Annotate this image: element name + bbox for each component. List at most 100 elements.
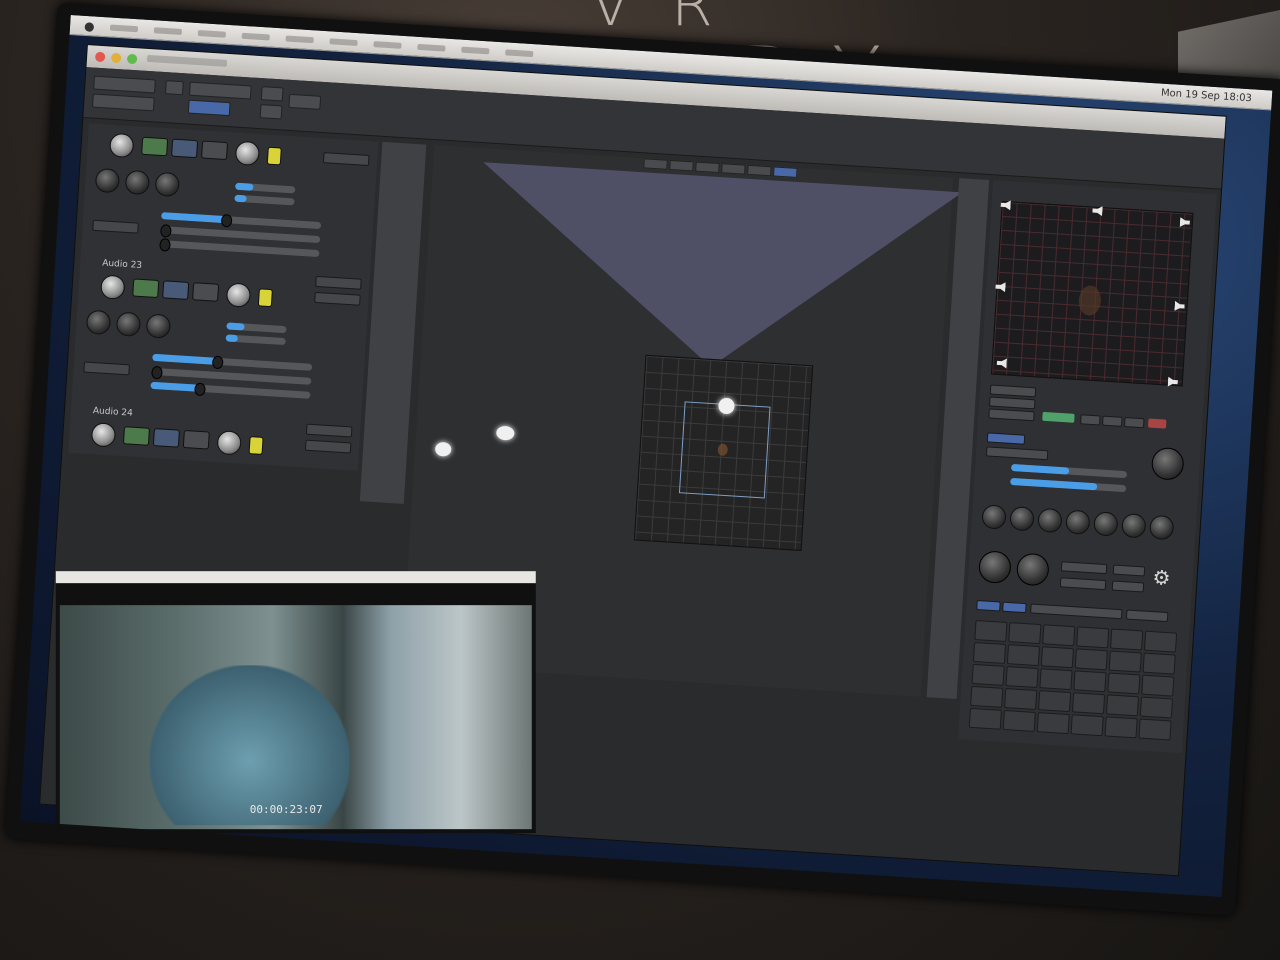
menu-item[interactable]: [198, 29, 227, 38]
pad-button[interactable]: [1008, 622, 1042, 645]
pad-button[interactable]: [1142, 652, 1176, 675]
sound-source-handle[interactable]: [434, 441, 452, 457]
eq-knob[interactable]: [94, 167, 121, 194]
sound-source-handle[interactable]: [495, 425, 515, 441]
strip-dropdown[interactable]: [92, 219, 139, 234]
pad-button[interactable]: [1104, 716, 1138, 739]
top-view-grid[interactable]: [990, 201, 1194, 387]
pan-knob[interactable]: [225, 282, 252, 308]
tab-view[interactable]: [747, 164, 772, 177]
mode-toggle[interactable]: [1042, 411, 1075, 423]
tab-button[interactable]: [976, 600, 1001, 612]
speaker-setup-button[interactable]: [989, 384, 1037, 398]
pad-button[interactable]: [1036, 712, 1070, 735]
pad-button[interactable]: [1138, 718, 1172, 741]
toolbar-button[interactable]: [259, 104, 283, 120]
pad-button[interactable]: [972, 641, 1007, 664]
send-slider[interactable]: [225, 334, 286, 346]
input-knob[interactable]: [100, 274, 126, 300]
parameter-button[interactable]: [1112, 564, 1146, 577]
reset-button[interactable]: [1147, 418, 1167, 429]
pad-button[interactable]: [1004, 688, 1038, 710]
video-frame[interactable]: 00:00:23:07: [59, 605, 532, 830]
record-button[interactable]: [200, 140, 229, 161]
eq-knob[interactable]: [115, 311, 142, 337]
toolbar-button[interactable]: [91, 93, 155, 112]
rotation-knob[interactable]: [977, 550, 1012, 585]
input-knob[interactable]: [90, 422, 117, 448]
pad-button[interactable]: [974, 620, 1008, 642]
zoom-window-icon[interactable]: [126, 53, 138, 65]
speaker-setup-button[interactable]: [988, 408, 1035, 422]
pad-button[interactable]: [1070, 714, 1104, 737]
distance-knob[interactable]: [1015, 552, 1050, 587]
pad-button[interactable]: [1110, 628, 1144, 651]
presence-slider[interactable]: [152, 353, 313, 371]
pad-button[interactable]: [1141, 674, 1175, 697]
pad-button[interactable]: [1076, 626, 1110, 649]
parameter-dropdown[interactable]: [1059, 577, 1107, 591]
insert-button[interactable]: [266, 146, 282, 166]
depth-slider[interactable]: [150, 381, 311, 399]
strip-edit-button[interactable]: [322, 152, 370, 167]
predelay-knob[interactable]: [1121, 513, 1147, 539]
input-knob[interactable]: [108, 132, 135, 159]
send-slider[interactable]: [226, 322, 287, 334]
record-button[interactable]: [182, 429, 210, 450]
strip-edit-button[interactable]: [314, 291, 361, 306]
pad-button[interactable]: [1039, 668, 1073, 691]
apple-icon[interactable]: ●: [84, 18, 95, 33]
menu-item[interactable]: [329, 37, 359, 46]
tab-view[interactable]: [669, 159, 694, 172]
pad-button[interactable]: [1074, 648, 1108, 671]
solo-button[interactable]: [141, 136, 169, 157]
toolbar-button[interactable]: [93, 75, 156, 94]
pad-button[interactable]: [1038, 690, 1072, 713]
menu-item[interactable]: [373, 40, 403, 49]
tab-view[interactable]: [643, 158, 668, 170]
output-gain-knob[interactable]: [1150, 446, 1185, 481]
tab-view[interactable]: [721, 163, 746, 175]
pad-button[interactable]: [1105, 694, 1140, 717]
preset-button[interactable]: [1080, 414, 1101, 426]
width-slider[interactable]: [159, 224, 321, 244]
menu-item[interactable]: [242, 32, 271, 41]
strip-edit-button[interactable]: [304, 439, 352, 454]
eq-knob[interactable]: [124, 169, 151, 196]
tab-button[interactable]: [1002, 601, 1027, 614]
send-slider[interactable]: [234, 194, 295, 206]
toolbar-button[interactable]: [260, 86, 284, 102]
pad-button[interactable]: [1108, 650, 1142, 673]
strip-dropdown[interactable]: [83, 361, 130, 376]
gear-icon[interactable]: ⚙: [1152, 565, 1171, 590]
pad-button[interactable]: [1006, 644, 1041, 667]
mute-button[interactable]: [152, 428, 180, 448]
pan-knob[interactable]: [234, 140, 261, 167]
eq-knob[interactable]: [85, 309, 112, 336]
decay-knob[interactable]: [1009, 505, 1035, 532]
tab-view[interactable]: [772, 166, 798, 178]
damping-knob[interactable]: [1037, 507, 1063, 534]
mute-button[interactable]: [171, 138, 199, 159]
pan-knob[interactable]: [216, 430, 242, 456]
depth-slider[interactable]: [159, 238, 320, 258]
menu-item[interactable]: [417, 43, 447, 52]
pad-button[interactable]: [968, 707, 1002, 730]
pad-button[interactable]: [1071, 692, 1106, 715]
parameter-dropdown[interactable]: [1060, 561, 1108, 575]
toolbar-button[interactable]: [187, 99, 231, 117]
toolbar-button[interactable]: [188, 81, 252, 100]
insert-button[interactable]: [248, 436, 264, 455]
preset-button[interactable]: [1123, 416, 1145, 429]
pad-button[interactable]: [1139, 696, 1173, 719]
pad-button[interactable]: [1005, 666, 1039, 689]
menu-item[interactable]: [505, 48, 534, 57]
pad-button[interactable]: [1002, 709, 1036, 732]
presence-slider[interactable]: [161, 212, 322, 230]
pad-button[interactable]: [1107, 672, 1141, 695]
preset-button[interactable]: [1101, 415, 1123, 427]
preset-dropdown[interactable]: [1125, 609, 1169, 623]
parameter-button[interactable]: [1111, 580, 1145, 593]
menu-item[interactable]: [110, 24, 139, 32]
speaker-setup-button[interactable]: [988, 396, 1036, 410]
